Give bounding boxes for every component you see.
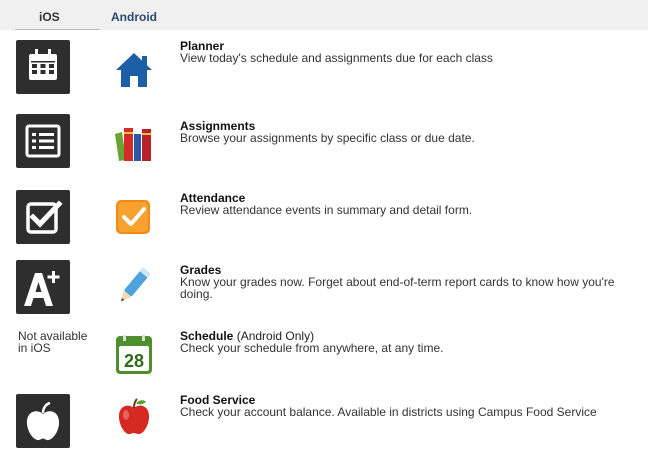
- feature-description: Check your schedule from anywhere, at an…: [180, 341, 444, 355]
- feature-row-food-service: Food Service Check your account balance.…: [0, 386, 648, 456]
- calendar-grid-icon: [16, 40, 70, 94]
- feature-description: View today's schedule and assignments du…: [180, 51, 493, 65]
- feature-description: Check your account balance. Available in…: [180, 405, 597, 419]
- ios-unavailable-note: Not available in iOS: [18, 329, 88, 355]
- feature-row-assignments: Assignments Browse your assignments by s…: [0, 108, 648, 178]
- calendar-28-icon: 28: [112, 332, 156, 376]
- tab-ios[interactable]: iOS: [39, 10, 60, 24]
- platform-tab-bar: iOS Android: [0, 0, 648, 30]
- feature-description: Review attendance events in summary and …: [180, 203, 473, 217]
- feature-description: Know your grades now. Forget about end-o…: [180, 275, 615, 301]
- list-icon: [16, 114, 70, 168]
- calendar-day-number: 28: [124, 351, 144, 371]
- tab-android[interactable]: Android: [111, 10, 157, 24]
- red-apple-icon: [112, 394, 156, 438]
- feature-row-grades: Grades Know your grades now. Forget abou…: [0, 254, 648, 324]
- apple-icon: [16, 394, 70, 448]
- feature-description: Browse your assignments by specific clas…: [180, 131, 475, 145]
- feature-row-attendance: Attendance Review attendance events in s…: [0, 182, 648, 252]
- pencil-icon: [112, 264, 156, 308]
- a-plus-icon: [16, 260, 70, 314]
- books-icon: [112, 120, 156, 164]
- checkbox-icon: [16, 190, 70, 244]
- active-tab-indicator: [15, 29, 100, 30]
- orange-check-icon: [112, 196, 156, 240]
- house-icon: [112, 48, 156, 92]
- feature-row-planner: Planner View today's schedule and assign…: [0, 36, 648, 106]
